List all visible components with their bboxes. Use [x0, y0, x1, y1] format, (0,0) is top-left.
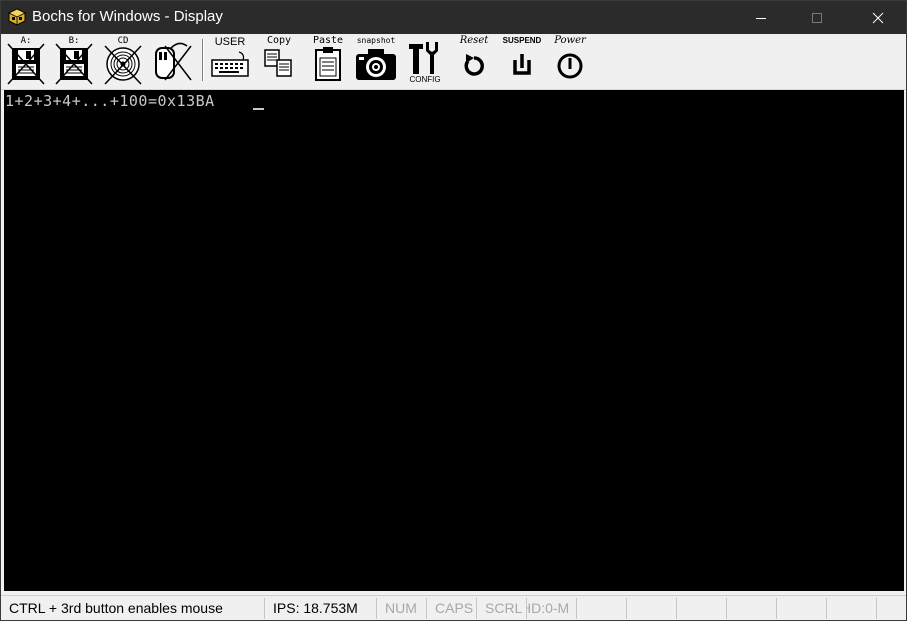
- status-scroll-lock: SCRL: [477, 598, 527, 619]
- config-button[interactable]: CONFIG: [405, 36, 445, 86]
- copy-label: Copy: [266, 35, 292, 46]
- bochs-app-icon: [8, 8, 26, 26]
- status-slot: [727, 598, 777, 619]
- paste-label: Paste: [312, 35, 344, 46]
- status-slot: [677, 598, 727, 619]
- suspend-label: SUSPEND: [502, 36, 542, 45]
- floppy-b-label: B:: [68, 36, 80, 46]
- copy-button[interactable]: Copy: [259, 36, 299, 86]
- status-mouse-hint: CTRL + 3rd button enables mouse: [1, 598, 265, 619]
- toolbar-separator: [202, 39, 203, 81]
- power-label: Power: [554, 35, 586, 46]
- close-icon: [872, 12, 884, 23]
- user-label: USER: [214, 36, 246, 48]
- bochs-window: Bochs for Windows - Display A: B: CD USE…: [0, 0, 907, 621]
- minimize-button[interactable]: [738, 1, 784, 34]
- reset-label: Reset: [459, 35, 489, 46]
- emulator-display[interactable]: 1+2+3+4+...+100=0x13BA: [4, 90, 904, 591]
- status-ips: IPS: 18.753M: [265, 598, 377, 619]
- toolbar: A: B: CD USER Copy Paste snapshot CONFIG…: [1, 34, 906, 90]
- status-slot: [777, 598, 827, 619]
- close-button[interactable]: [855, 1, 901, 34]
- cdrom-button[interactable]: CD: [102, 36, 144, 86]
- config-label: CONFIG: [409, 75, 441, 84]
- paste-button[interactable]: Paste: [308, 36, 348, 86]
- title-bar[interactable]: Bochs for Windows - Display: [1, 1, 906, 34]
- text-cursor: [253, 108, 264, 110]
- suspend-button[interactable]: SUSPEND: [501, 36, 543, 86]
- mouse-icon: [155, 42, 192, 81]
- status-bar: CTRL + 3rd button enables mouse IPS: 18.…: [1, 595, 906, 620]
- power-button[interactable]: Power: [549, 36, 591, 86]
- cdrom-label: CD: [117, 36, 129, 46]
- floppy-a-button[interactable]: A:: [6, 36, 46, 86]
- status-hd: HD:0-M: [527, 598, 577, 619]
- snapshot-button[interactable]: snapshot: [353, 36, 399, 86]
- status-caps-lock: CAPS: [427, 598, 477, 619]
- reset-button[interactable]: Reset: [453, 36, 495, 86]
- mouse-button[interactable]: [151, 36, 193, 86]
- user-button[interactable]: USER: [209, 36, 251, 86]
- status-slot: [627, 598, 677, 619]
- status-slot: [827, 598, 877, 619]
- status-num-lock: NUM: [377, 598, 427, 619]
- maximize-button[interactable]: [794, 1, 840, 34]
- status-slot: [577, 598, 627, 619]
- display-output-line: 1+2+3+4+...+100=0x13BA: [5, 92, 215, 110]
- snapshot-label: snapshot: [356, 36, 396, 45]
- floppy-b-button[interactable]: B:: [54, 36, 94, 86]
- floppy-a-label: A:: [20, 36, 32, 46]
- minimize-icon: [756, 17, 766, 19]
- maximize-icon: [812, 12, 822, 23]
- window-title: Bochs for Windows - Display: [32, 8, 223, 25]
